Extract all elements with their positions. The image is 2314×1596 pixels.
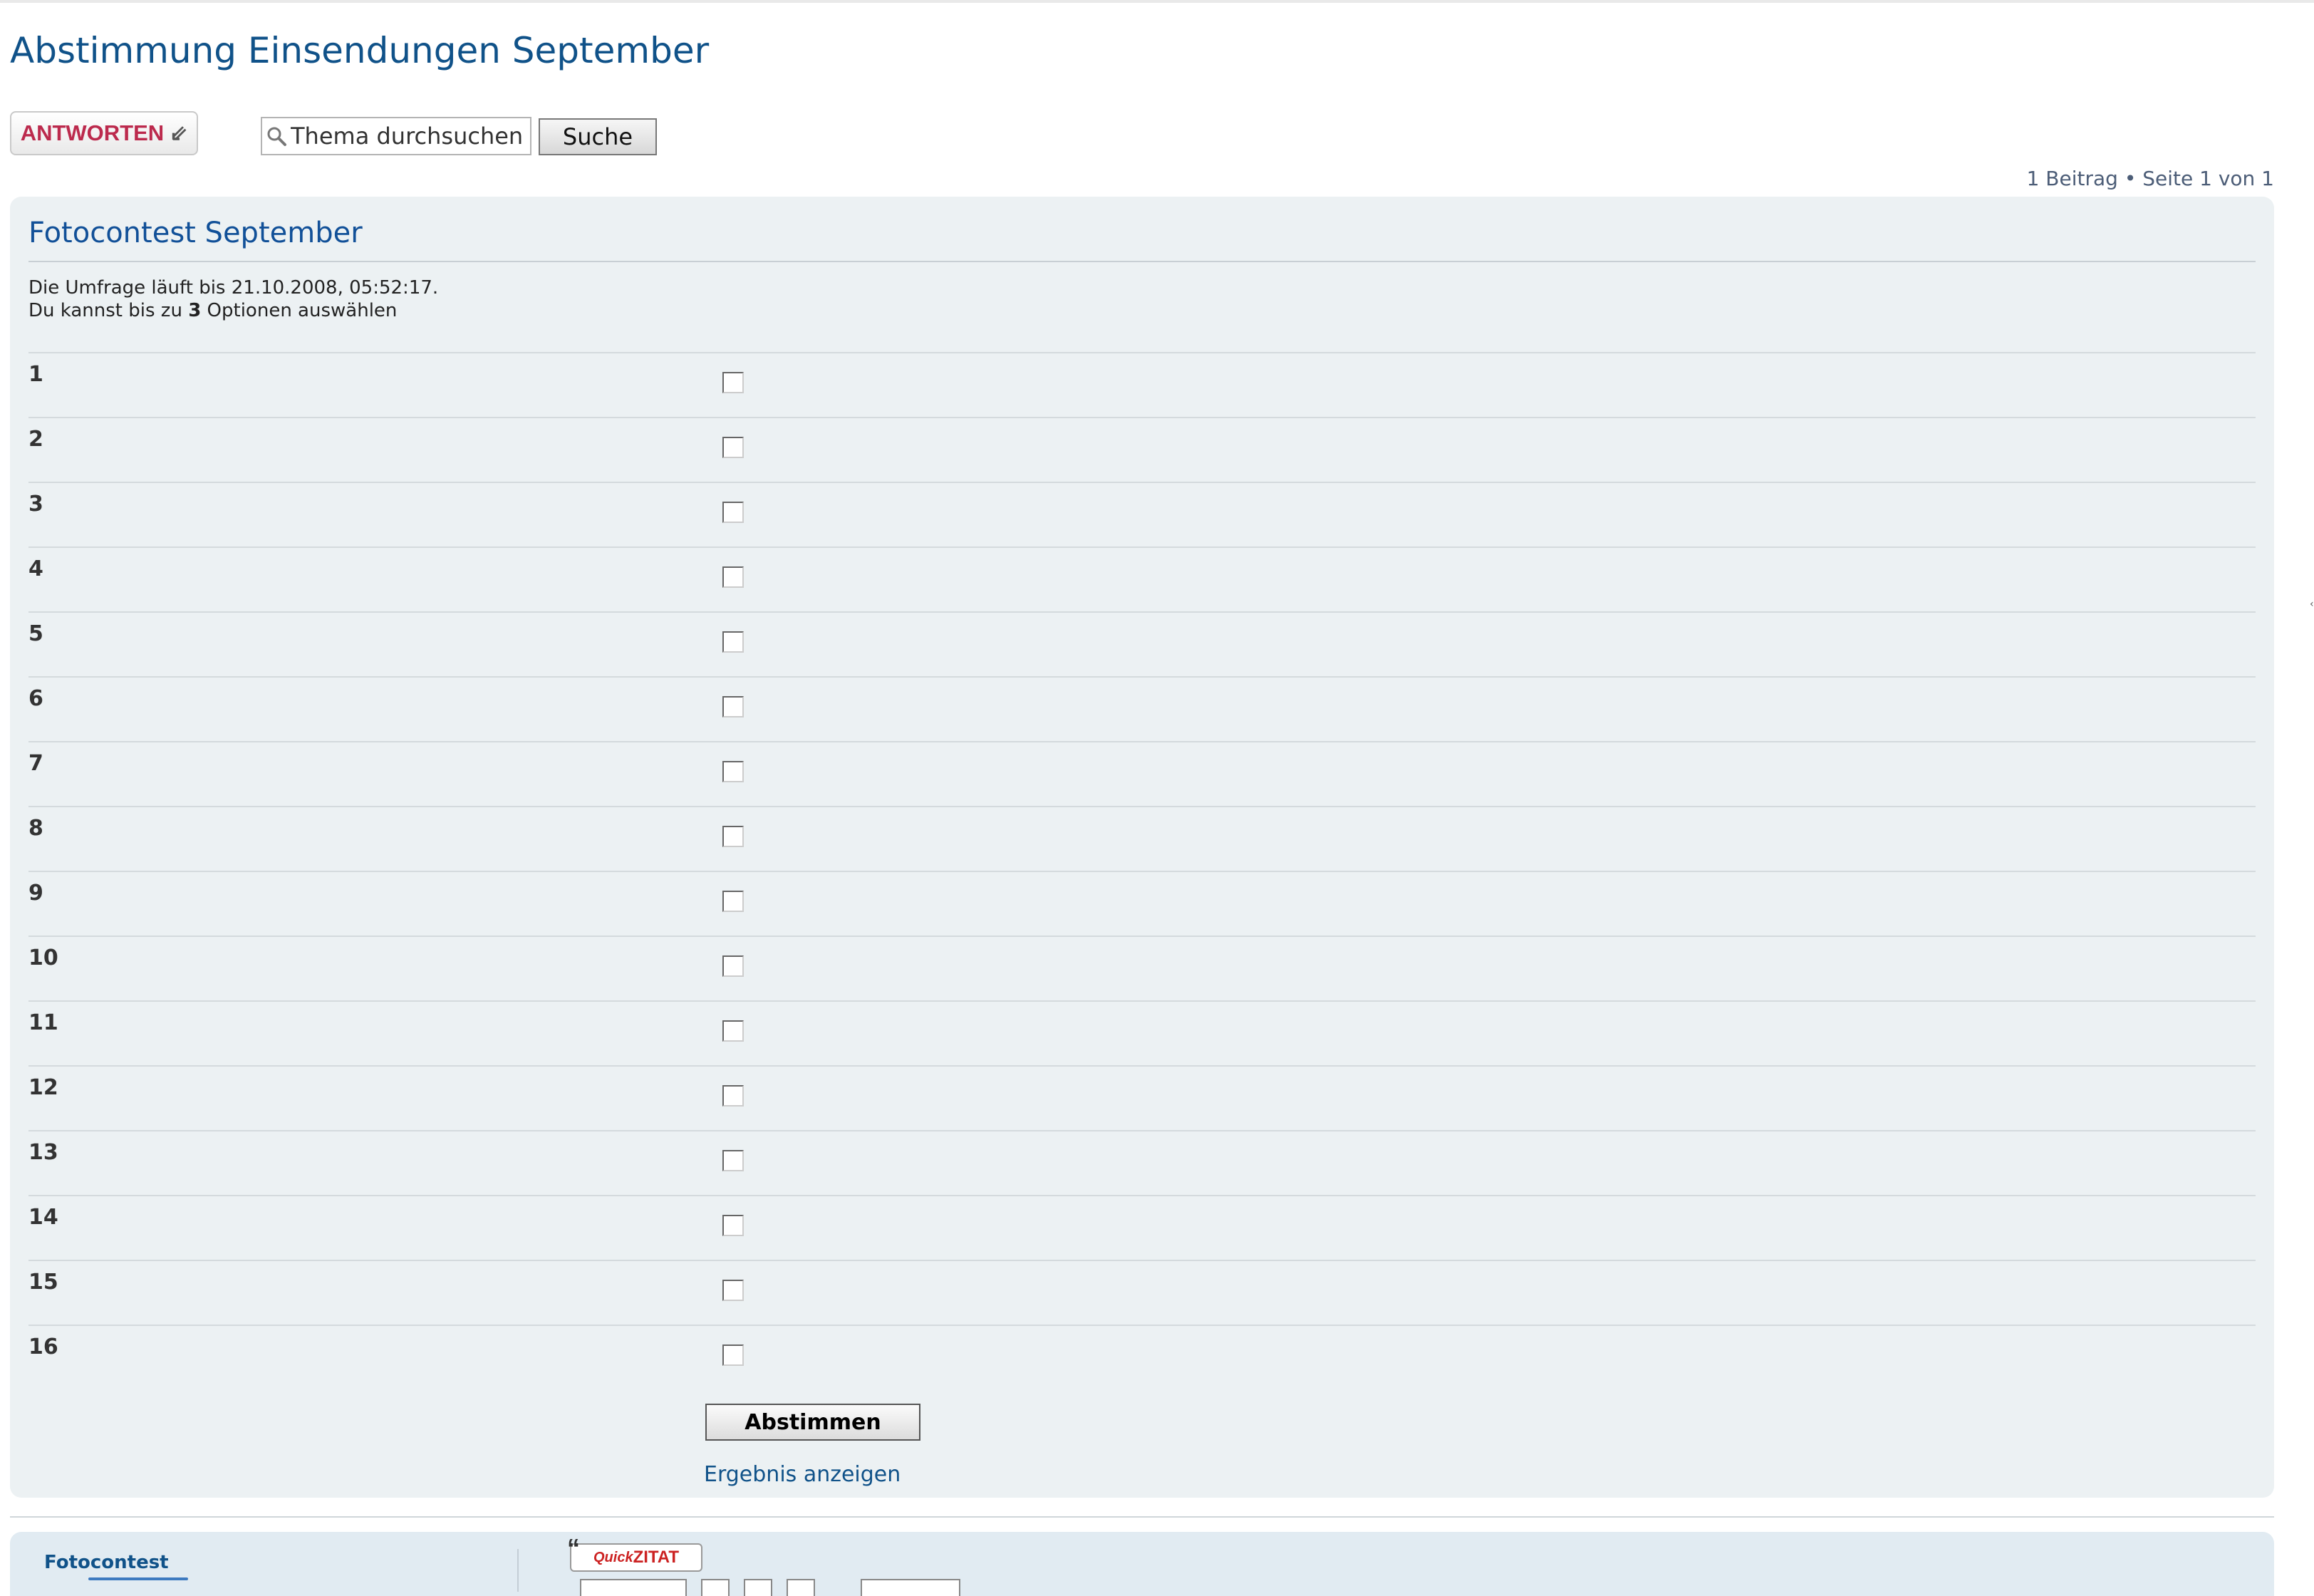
- poll-option-row: 15: [28, 1260, 2256, 1325]
- poll-option-checkbox[interactable]: [722, 437, 744, 458]
- poll-option-row: 7: [28, 741, 2256, 806]
- poll-option-label: 5: [28, 621, 43, 646]
- poll-option-row: 10: [28, 936, 2256, 1000]
- poll-option-label: 10: [28, 945, 58, 970]
- poll-option-label: 15: [28, 1270, 58, 1295]
- poll-option-checkbox[interactable]: [722, 1150, 744, 1171]
- poll-end-line: Die Umfrage läuft bis 21.10.2008, 05:52:…: [28, 276, 438, 299]
- poll-option-label: 4: [28, 556, 43, 581]
- poll-option-checkbox[interactable]: [722, 891, 744, 912]
- poll-option-checkbox[interactable]: [722, 631, 744, 653]
- poll-option-checkbox[interactable]: [722, 566, 744, 588]
- topic-title[interactable]: Abstimmung Einsendungen September: [10, 30, 709, 71]
- search-icon: [262, 125, 291, 147]
- poll-option-row: 6: [28, 676, 2256, 741]
- poll-choice-prefix: Du kannst bis zu: [28, 300, 182, 321]
- quick-quote-label: ZITAT: [633, 1548, 679, 1567]
- quote-mark-icon: “: [567, 1533, 580, 1563]
- search-button[interactable]: Suche: [539, 118, 657, 155]
- poll-option-row: 14: [28, 1195, 2256, 1260]
- poll-panel: Fotocontest September Die Umfrage läuft …: [10, 197, 2274, 1498]
- post-column-separator: [517, 1549, 519, 1592]
- poll-max-choices: 3: [188, 300, 202, 321]
- poll-option-row: 13: [28, 1130, 2256, 1195]
- topic-search-box[interactable]: [261, 117, 531, 155]
- reply-button[interactable]: ANTWORTEN ⇙: [10, 111, 198, 155]
- author-rank-bar: [88, 1577, 188, 1580]
- reply-arrow-icon: ⇙: [170, 121, 188, 145]
- poll-option-label: 11: [28, 1010, 58, 1035]
- poll-option-label: 12: [28, 1075, 58, 1100]
- post-panel: Fotocontest “ Quick ZITAT: [10, 1532, 2274, 1596]
- poll-option-row: 3: [28, 482, 2256, 546]
- scrollbar-marker[interactable]: ‹: [2310, 598, 2314, 610]
- poll-option-label: 6: [28, 686, 43, 711]
- poll-option-checkbox[interactable]: [722, 826, 744, 847]
- poll-option-row: 8: [28, 806, 2256, 871]
- poll-option-checkbox[interactable]: [722, 1085, 744, 1107]
- poll-option-row: 11: [28, 1000, 2256, 1065]
- poll-option-label: 7: [28, 751, 43, 776]
- poll-option-label: 9: [28, 881, 43, 906]
- poll-option-checkbox[interactable]: [722, 372, 744, 393]
- poll-option-checkbox[interactable]: [722, 1215, 744, 1236]
- poll-option-row: 1: [28, 352, 2256, 417]
- search-input[interactable]: [291, 123, 526, 150]
- vote-button[interactable]: Abstimmen: [705, 1404, 920, 1441]
- poll-title-divider: [28, 261, 2256, 262]
- poll-option-checkbox[interactable]: [722, 1344, 744, 1366]
- poll-option-checkbox[interactable]: [722, 1020, 744, 1042]
- poll-option-row: 5: [28, 611, 2256, 676]
- post-author[interactable]: Fotocontest: [44, 1552, 169, 1573]
- poll-title: Fotocontest September: [28, 217, 363, 249]
- poll-end-prefix: Die Umfrage läuft bis: [28, 277, 226, 299]
- pagination-info: 1 Beitrag • Seite 1 von 1: [2026, 167, 2274, 190]
- poll-option-label: 3: [28, 492, 43, 517]
- topic-page: Abstimmung Einsendungen September ANTWOR…: [0, 0, 2314, 1596]
- poll-option-checkbox[interactable]: [722, 955, 744, 977]
- poll-option-row: 9: [28, 871, 2256, 936]
- poll-option-checkbox[interactable]: [722, 502, 744, 523]
- poll-choice-line: Du kannst bis zu 3 Optionen auswählen: [28, 299, 438, 322]
- poll-info: Die Umfrage läuft bis 21.10.2008, 05:52:…: [28, 276, 438, 322]
- poll-option-label: 8: [28, 816, 43, 841]
- poll-option-row: 16: [28, 1325, 2256, 1389]
- poll-option-label: 13: [28, 1140, 58, 1165]
- poll-option-label: 14: [28, 1205, 58, 1230]
- reply-button-label: ANTWORTEN: [20, 120, 165, 145]
- poll-option-label: 16: [28, 1335, 58, 1359]
- poll-option-checkbox[interactable]: [722, 696, 744, 717]
- quick-quote-brand: Quick: [593, 1549, 633, 1565]
- post-divider: [10, 1516, 2274, 1518]
- poll-option-checkbox[interactable]: [722, 761, 744, 782]
- poll-option-label: 2: [28, 427, 43, 452]
- poll-option-label: 1: [28, 362, 43, 387]
- poll-end-date: 21.10.2008, 05:52:17.: [231, 277, 439, 299]
- poll-option-checkbox[interactable]: [722, 1280, 744, 1301]
- poll-option-row: 4: [28, 546, 2256, 611]
- show-results-link[interactable]: Ergebnis anzeigen: [704, 1462, 901, 1487]
- poll-options: 1 2 3 4 5 6 7 8 9 10 11 12 13 14 15 16: [28, 352, 2256, 1389]
- quick-quote-button[interactable]: “ Quick ZITAT: [567, 1533, 702, 1572]
- poll-option-row: 12: [28, 1065, 2256, 1130]
- poll-choice-suffix: Optionen auswählen: [207, 300, 398, 321]
- poll-option-row: 2: [28, 417, 2256, 482]
